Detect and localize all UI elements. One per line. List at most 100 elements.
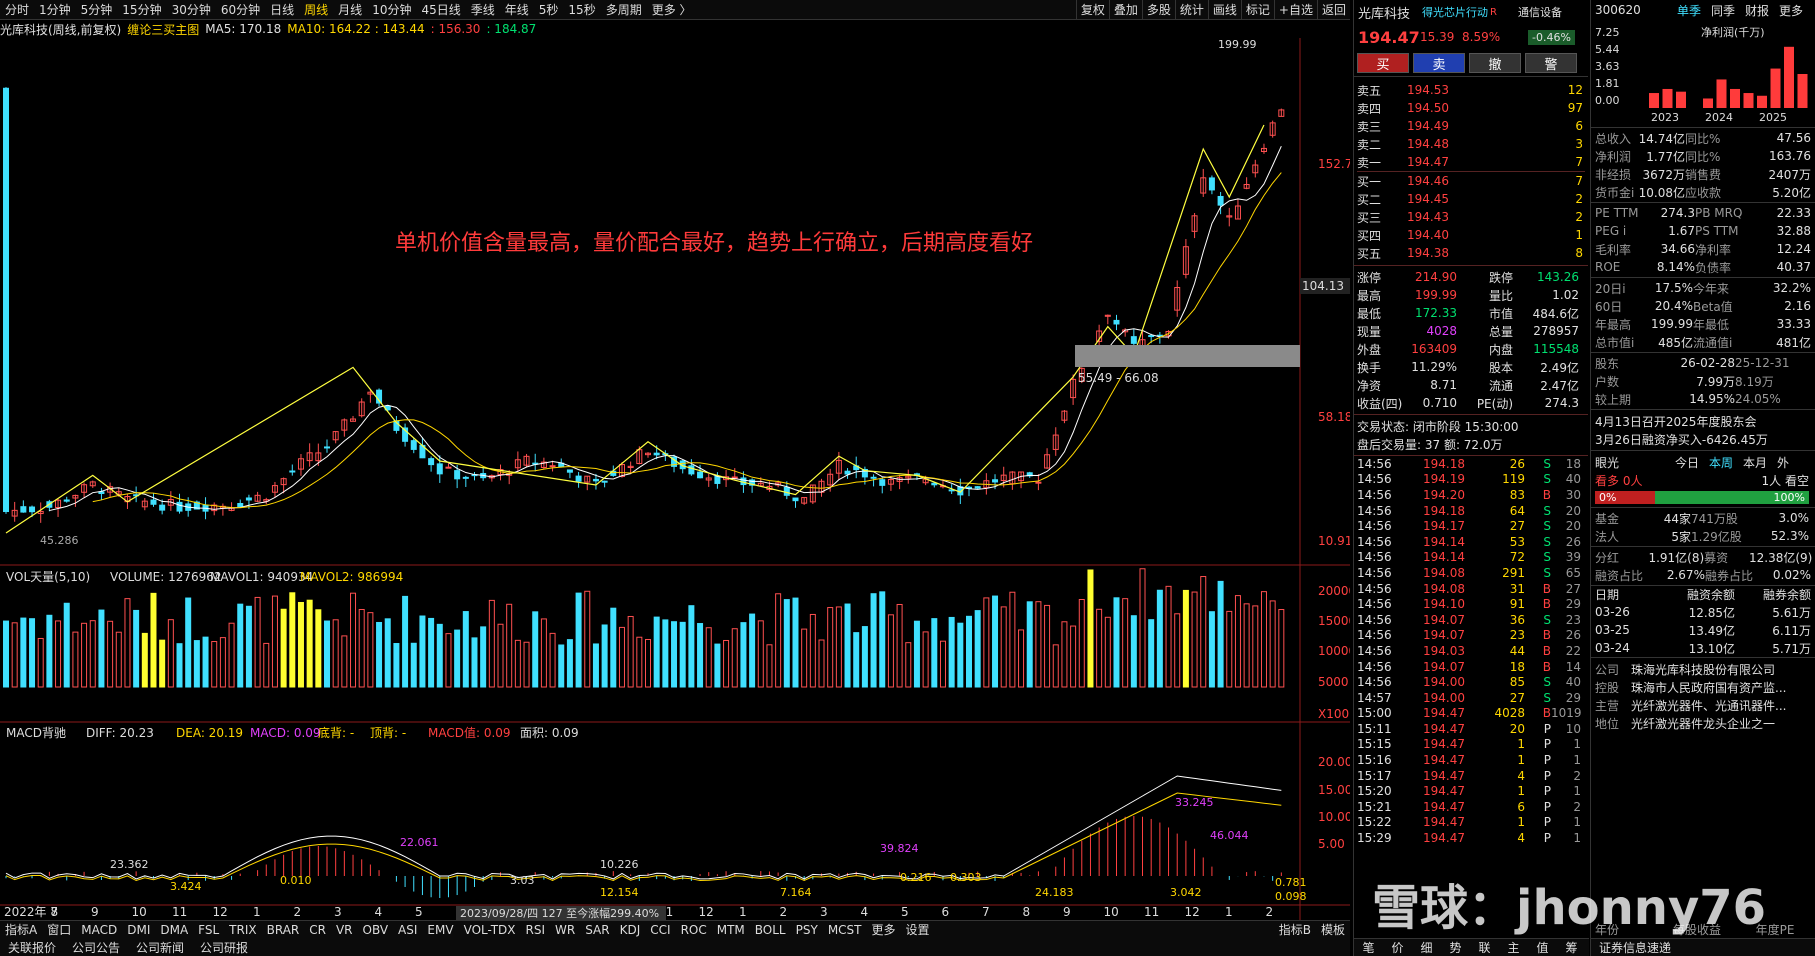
indicator-tab-22[interactable]: PSY <box>791 923 823 937</box>
sentiment-tab-1[interactable]: 本周 <box>1709 454 1743 471</box>
timeframe-8[interactable]: 月线 <box>333 1 367 18</box>
x-axis-label-8: 3 <box>334 905 342 919</box>
quote-footer-tab-5[interactable]: 主 <box>1499 939 1528 956</box>
indicator-tab-11[interactable]: ASI <box>393 923 422 937</box>
tool-1[interactable]: 叠加 <box>1108 0 1142 19</box>
stock-tag[interactable]: 得光芯片行动 <box>1422 4 1490 20</box>
x-axis-label-6: 1 <box>253 905 261 919</box>
timeframe-13[interactable]: 5秒 <box>534 1 564 18</box>
news-item[interactable]: 3月26日融资净买入-6426.45万 <box>1595 430 1811 448</box>
timeframe-10[interactable]: 45日线 <box>416 1 465 18</box>
indicator-tab-13[interactable]: VOL-TDX <box>459 923 521 937</box>
bottom-right-tab-1[interactable]: 模板 <box>1316 921 1350 938</box>
timeframe-9[interactable]: 10分钟 <box>367 1 416 18</box>
indicator-tab-19[interactable]: ROC <box>676 923 712 937</box>
fin-tab-1[interactable]: 同季 <box>1711 2 1745 19</box>
indicator-tab-1[interactable]: 窗口 <box>42 921 76 938</box>
timeframe-1[interactable]: 1分钟 <box>34 1 76 18</box>
indicator-tab-25[interactable]: 设置 <box>901 921 935 938</box>
indicator-tab-4[interactable]: DMA <box>155 923 193 937</box>
sentiment-tab-0[interactable]: 今日 <box>1675 454 1709 471</box>
buy-button[interactable]: 买 <box>1357 53 1409 73</box>
tick-row-cell: 14:56 <box>1357 472 1392 487</box>
bottom-right-tab-0[interactable]: 指标B <box>1274 921 1316 938</box>
candle <box>1148 335 1155 338</box>
timeframe-12[interactable]: 年线 <box>500 1 534 18</box>
timeframe-3[interactable]: 15分钟 <box>117 1 166 18</box>
timeframe-6[interactable]: 日线 <box>265 1 299 18</box>
quote-footer-tab-4[interactable]: 联 <box>1470 939 1499 956</box>
indicator-tab-21[interactable]: BOLL <box>750 923 791 937</box>
timeframe-2[interactable]: 5分钟 <box>76 1 118 18</box>
indicator-tab-10[interactable]: OBV <box>358 923 394 937</box>
timeframe-15[interactable]: 多周期 <box>601 1 647 18</box>
indicator-tab-8[interactable]: CR <box>304 923 331 937</box>
timeframe-4[interactable]: 30分钟 <box>167 1 216 18</box>
sector-name[interactable]: 通信设备 <box>1518 4 1562 20</box>
indicator-tab-3[interactable]: DMI <box>122 923 155 937</box>
fin-returns-cell: 32.2% <box>1772 281 1811 295</box>
timeframe-7[interactable]: 周线 <box>299 1 333 18</box>
tool-2[interactable]: 多股 <box>1141 0 1175 19</box>
indicator-tab-16[interactable]: SAR <box>580 923 614 937</box>
indicator-tab-17[interactable]: KDJ <box>615 923 646 937</box>
indicator-tab-6[interactable]: TRIX <box>224 923 261 937</box>
tool-7[interactable]: 返回 <box>1316 0 1350 19</box>
indicator-name[interactable]: 缠论三买主图 <box>127 21 199 38</box>
tool-6[interactable]: +自选 <box>1273 0 1317 19</box>
tool-0[interactable]: 复权 <box>1075 0 1109 19</box>
fin-tab-3[interactable]: 更多 <box>1779 2 1813 19</box>
sell-button[interactable]: 卖 <box>1413 53 1465 73</box>
tool-5[interactable]: 标记 <box>1240 0 1274 19</box>
fin-returns-cell: 流通值i <box>1693 335 1733 350</box>
indicator-tab-18[interactable]: CCI <box>645 923 675 937</box>
tick-row-cell: 18 <box>1509 659 1525 674</box>
kline-chart[interactable]: 152.7104.1358.1810.91104.1355.49 - 66.08… <box>0 38 1350 920</box>
fin-chart-title: 净利润(千万) <box>1701 25 1765 39</box>
quote-footer-tab-7[interactable]: 筹 <box>1557 939 1586 956</box>
tool-3[interactable]: 统计 <box>1174 0 1208 19</box>
tick-row-cell: 194.17 <box>1423 519 1465 534</box>
indicator-tab-14[interactable]: RSI <box>521 923 551 937</box>
quote-footer-tab-6[interactable]: 值 <box>1528 939 1557 956</box>
indicator-tab-20[interactable]: MTM <box>712 923 750 937</box>
news-item[interactable]: 4月13日召开2025年度股东会 <box>1595 412 1811 430</box>
indicator-tab-15[interactable]: WR <box>550 923 580 937</box>
timeframe-5[interactable]: 60分钟 <box>216 1 265 18</box>
indicator-tab-23[interactable]: MCST <box>823 923 867 937</box>
indicator-tab-0[interactable]: 指标A <box>0 921 42 938</box>
tick-row: 14:56 194.08 31 B 27 <box>1357 581 1585 597</box>
fin-tab-2[interactable]: 财报 <box>1745 2 1779 19</box>
indicator-tab-24[interactable]: 更多 <box>867 921 901 938</box>
quote-footer-tab-0[interactable]: 笔 <box>1354 939 1383 956</box>
indicator-tab-12[interactable]: EMV <box>422 923 458 937</box>
indicator-tab-2[interactable]: MACD <box>76 923 122 937</box>
vol-legend-ma2: MAVOL2: 986994 <box>300 570 403 584</box>
indicator-tab-5[interactable]: FSL <box>193 923 224 937</box>
tick-row-cell: 15:00 <box>1357 706 1392 721</box>
cancel-button[interactable]: 撤 <box>1469 53 1521 73</box>
stat-row: 收益(四) 0.710 PE(动) 274.3 <box>1357 394 1585 412</box>
tool-4[interactable]: 画线 <box>1207 0 1241 19</box>
info-feed-tab[interactable]: 证券信息速递 <box>1599 939 1671 956</box>
sentiment-tab-2[interactable]: 本月 <box>1743 454 1777 471</box>
indicator-tab-9[interactable]: VR <box>331 923 358 937</box>
bottom-link-2[interactable]: 公司新闻 <box>128 939 192 956</box>
timeframe-0[interactable]: 分时 <box>0 1 34 18</box>
sentiment-tab-3[interactable]: 外 <box>1777 454 1811 471</box>
quote-footer-tab-3[interactable]: 势 <box>1441 939 1470 956</box>
timeframe-16[interactable]: 更多 〉 <box>647 1 697 18</box>
timeframe-14[interactable]: 15秒 <box>563 1 600 18</box>
bottom-link-1[interactable]: 公司公告 <box>64 939 128 956</box>
quote-footer-tab-1[interactable]: 价 <box>1383 939 1412 956</box>
bottom-link-0[interactable]: 关联报价 <box>0 939 64 956</box>
holders-row: 户数 7.99万 8.19万 <box>1595 372 1811 390</box>
quote-footer-tab-2[interactable]: 细 <box>1412 939 1441 956</box>
tick-list[interactable]: 14:56 194.18 26 S 18 14:56 194.19 119 S 40 14:56 19… <box>1354 455 1588 887</box>
indicator-tab-7[interactable]: BRAR <box>262 923 305 937</box>
timeframe-11[interactable]: 季线 <box>466 1 500 18</box>
fin-tab-0[interactable]: 单季 <box>1677 2 1711 19</box>
bottom-link-3[interactable]: 公司研报 <box>192 939 256 956</box>
volume-bar <box>1148 619 1155 688</box>
alert-button[interactable]: 警 <box>1525 53 1577 73</box>
